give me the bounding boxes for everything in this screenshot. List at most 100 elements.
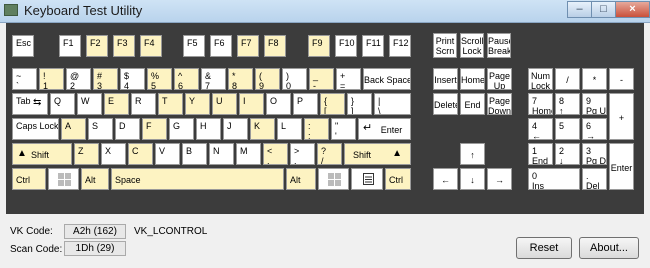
key-f8[interactable]: F8 [264,35,286,57]
key-f7[interactable]: F7 [237,35,259,57]
key-p[interactable]: P [293,93,318,115]
key-insert[interactable]: Insert [433,68,458,90]
key-f3[interactable]: F3 [113,35,135,57]
key-d9[interactable]: (9 [255,68,280,90]
key-down[interactable]: ↓ [460,168,485,190]
key-np-enter[interactable]: Enter [609,143,634,190]
key-enter[interactable]: Enter ↵ [358,118,411,140]
key-print[interactable]: Print Scrn [433,33,457,58]
key-slash[interactable]: ? / [317,143,342,165]
key-d6[interactable]: ^ 6 [174,68,199,90]
key-j[interactable]: J [223,118,248,140]
key-i[interactable]: I [239,93,264,115]
key-pause[interactable]: Pause Break [487,33,511,58]
key-r[interactable]: R [131,93,156,115]
key-y[interactable]: Y [185,93,210,115]
key-d7[interactable]: & 7 [201,68,226,90]
key-np-add[interactable]: + [609,93,634,140]
key-f6[interactable]: F6 [210,35,232,57]
maximize-button[interactable]: □ [591,1,616,18]
key-c[interactable]: C [128,143,153,165]
key-scroll[interactable]: Scroll Lock [460,33,484,58]
key-quote[interactable]: " ' [331,118,356,140]
key-d1[interactable]: ! 1 [39,68,64,90]
key-t[interactable]: T [158,93,183,115]
key-f10[interactable]: F10 [335,35,357,57]
reset-button[interactable]: Reset [516,237,572,259]
key-n[interactable]: N [209,143,234,165]
key-minus[interactable]: _ - [309,68,334,90]
key-up[interactable]: ↑ [460,143,485,165]
key-delete[interactable]: Delete [433,93,458,115]
key-np9[interactable]: 9Pg Up [582,93,607,115]
key-f[interactable]: F [142,118,167,140]
key-period[interactable]: >. [290,143,315,165]
key-f12[interactable]: F12 [389,35,411,57]
key-f1[interactable]: F1 [59,35,81,57]
key-d5[interactable]: % 5 [147,68,172,90]
key-esc[interactable]: Esc [12,35,34,57]
key-end[interactable]: End [460,93,485,115]
key-rshift[interactable]: Shift ▲ [344,143,411,165]
key-np-div[interactable]: / [555,68,580,90]
key-w[interactable]: W [77,93,102,115]
key-d3[interactable]: #3 [93,68,118,90]
key-lshift[interactable]: Shift ▲ [12,143,72,165]
key-np4[interactable]: 4 ← [528,118,553,140]
key-rwin[interactable] [318,168,349,190]
key-equals[interactable]: + = [336,68,361,90]
key-f4[interactable]: F4 [140,35,162,57]
key-right[interactable]: → [487,168,512,190]
key-tab[interactable]: Tab ⇆ [12,93,48,115]
key-d[interactable]: D [115,118,140,140]
key-q[interactable]: Q [50,93,75,115]
key-np1[interactable]: 1 End [528,143,553,165]
key-pagedown[interactable]: Page Down [487,93,512,115]
key-d0[interactable]: ) 0 [282,68,307,90]
key-left[interactable]: ← [433,168,458,190]
key-e[interactable]: E [104,93,129,115]
key-space[interactable]: Space [111,168,284,190]
key-ralt[interactable]: Alt [286,168,316,190]
key-d2[interactable]: @2 [66,68,91,90]
key-home[interactable]: Home [460,68,485,90]
key-menu[interactable] [351,168,383,190]
key-caps[interactable]: Caps Lock [12,118,59,140]
key-k[interactable]: K [250,118,275,140]
key-m[interactable]: M [236,143,261,165]
key-lctrl[interactable]: Ctrl [12,168,46,190]
key-f9[interactable]: F9 [308,35,330,57]
key-np-mul[interactable]: * [582,68,607,90]
key-np5[interactable]: 5 [555,118,580,140]
key-l[interactable]: L [277,118,302,140]
key-pageup[interactable]: Page Up [487,68,512,90]
key-rbracket[interactable]: }] [347,93,372,115]
key-np0[interactable]: 0 Ins [528,168,580,190]
key-np-dot[interactable]: . Del [582,168,607,190]
key-lalt[interactable]: Alt [81,168,109,190]
minimize-button[interactable]: – [567,1,592,18]
key-z[interactable]: Z [74,143,99,165]
close-button[interactable]: × [615,1,650,18]
key-o[interactable]: O [266,93,291,115]
key-f11[interactable]: F11 [362,35,384,57]
key-u[interactable]: U [212,93,237,115]
key-d4[interactable]: $4 [120,68,145,90]
key-lwin[interactable] [48,168,79,190]
key-a[interactable]: A [61,118,86,140]
key-v[interactable]: V [155,143,180,165]
key-np3[interactable]: 3Pg Dn [582,143,607,165]
key-semicolon[interactable]: :; [304,118,329,140]
about-button[interactable]: About... [579,237,639,259]
key-f5[interactable]: F5 [183,35,205,57]
key-np6[interactable]: 6 → [582,118,607,140]
key-np7[interactable]: 7Home [528,93,553,115]
key-x[interactable]: X [101,143,126,165]
key-lbracket[interactable]: {[ [320,93,345,115]
key-np8[interactable]: 8 ↑ [555,93,580,115]
key-g[interactable]: G [169,118,194,140]
key-s[interactable]: S [88,118,113,140]
key-np2[interactable]: 2 ↓ [555,143,580,165]
key-numlock[interactable]: Num Lock [528,68,553,90]
key-backspace[interactable]: Back Space [363,68,411,90]
